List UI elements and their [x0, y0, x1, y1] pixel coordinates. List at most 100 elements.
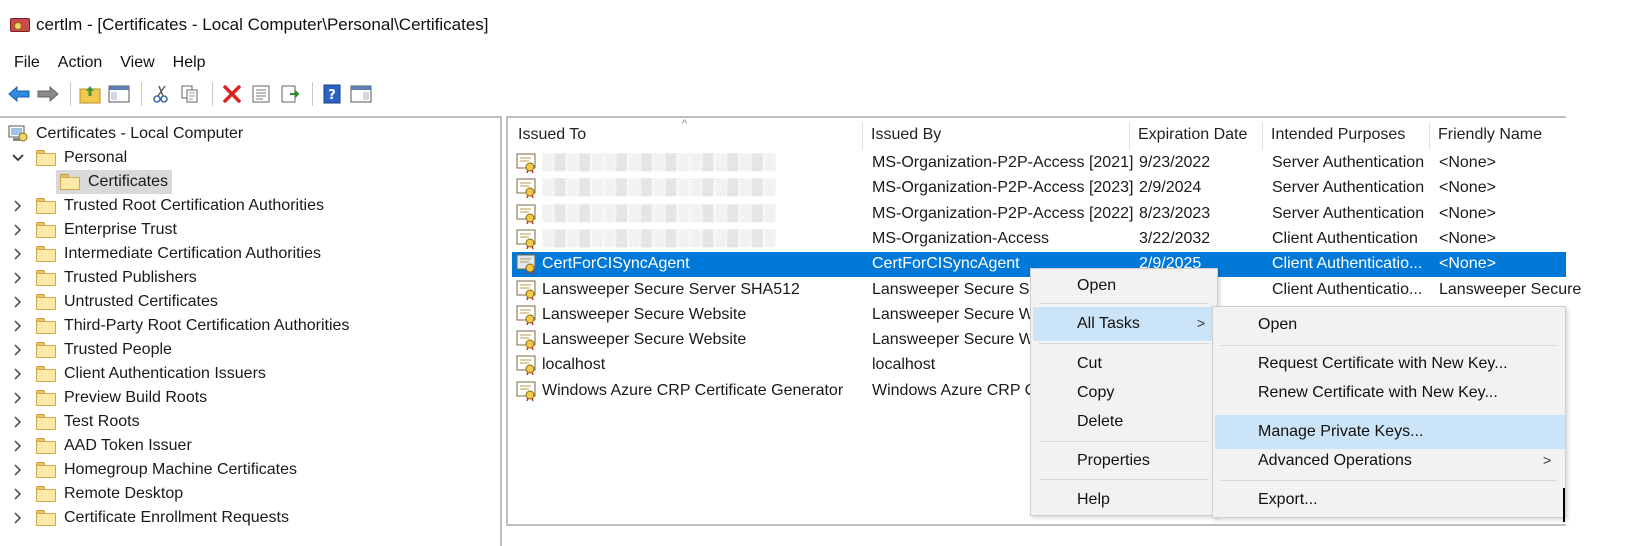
tree-item[interactable]: Enterprise Trust — [10, 218, 177, 242]
column-divider[interactable] — [862, 122, 863, 150]
chevron-right-icon[interactable] — [10, 366, 26, 382]
table-row[interactable]: ░▒░▒░░▒░▒░▒░░▒░▒░▒░ MS-Organization-P2P-A… — [512, 202, 1566, 227]
column-header-friendly-name[interactable]: Friendly Name — [1438, 126, 1542, 144]
help-icon[interactable]: ? — [319, 81, 345, 107]
tree-item[interactable]: Test Roots — [10, 410, 140, 434]
console-tree: Certificates - Local Computer Personal C… — [0, 116, 502, 546]
tree-item[interactable]: Intermediate Certification Authorities — [10, 242, 321, 266]
submenu-advanced-operations[interactable]: Advanced Operations > — [1213, 444, 1565, 478]
context-menu-properties[interactable]: Properties — [1031, 444, 1217, 478]
certificate-icon — [516, 329, 538, 351]
menu-action[interactable]: Action — [58, 54, 102, 72]
up-folder-icon[interactable] — [77, 81, 103, 107]
certificate-icon — [516, 279, 538, 301]
submenu-renew-certificate-new-key[interactable]: Renew Certificate with New Key... — [1213, 376, 1565, 410]
chevron-down-icon[interactable] — [10, 150, 26, 166]
cell-issued-by: MS-Organization-P2P-Access [2022] — [872, 204, 1134, 222]
column-header-issued-by[interactable]: Issued By — [871, 126, 941, 144]
tree-item-label: Trusted Publishers — [64, 269, 197, 286]
folder-icon — [36, 342, 56, 358]
submenu-open[interactable]: Open — [1213, 308, 1565, 342]
tree-item-label: Intermediate Certification Authorities — [64, 245, 322, 262]
column-header-issued-to[interactable]: Issued To — [518, 126, 586, 144]
computer-certificates-icon — [8, 125, 28, 143]
cell-friendly-name: <None> — [1439, 204, 1496, 222]
chevron-right-icon[interactable] — [10, 246, 26, 262]
context-menu: Open All Tasks > Cut Copy Delete Propert… — [1030, 268, 1218, 516]
cell-issued-to: CertForCISyncAgent — [542, 255, 690, 273]
delete-icon[interactable] — [219, 81, 245, 107]
menu-separator — [1221, 480, 1557, 481]
column-header-intended-purposes[interactable]: Intended Purposes — [1271, 126, 1405, 144]
cell-issued-by: Lansweeper Secure Web — [872, 331, 1052, 349]
tree-item[interactable]: Preview Build Roots — [10, 386, 207, 410]
tree-item[interactable]: AAD Token Issuer — [10, 434, 192, 458]
cell-expiration-date: 3/22/2032 — [1139, 229, 1211, 247]
chevron-right-icon[interactable] — [10, 510, 26, 526]
back-icon[interactable] — [6, 81, 32, 107]
toolbar-separator — [141, 82, 142, 106]
folder-icon — [36, 486, 56, 502]
chevron-right-icon[interactable] — [10, 318, 26, 334]
sort-ascending-icon: ^ — [682, 118, 688, 130]
chevron-right-icon[interactable] — [10, 414, 26, 430]
tree-item-label: Client Authentication Issuers — [64, 365, 266, 382]
tree-item[interactable]: Certificate Enrollment Requests — [10, 506, 289, 530]
tree-item-personal[interactable]: Personal — [10, 146, 127, 170]
tree-item[interactable]: Trusted People — [10, 338, 172, 362]
cut-icon[interactable] — [148, 81, 174, 107]
tree-item[interactable]: Trusted Root Certification Authorities — [10, 194, 324, 218]
export-list-icon[interactable] — [277, 81, 303, 107]
action-pane-icon[interactable] — [348, 81, 374, 107]
chevron-right-icon[interactable] — [10, 294, 26, 310]
submenu-export[interactable]: Export... — [1213, 483, 1565, 517]
tree-item[interactable]: Untrusted Certificates — [10, 290, 218, 314]
context-menu-delete[interactable]: Delete — [1031, 405, 1217, 439]
certificate-manager-icon — [10, 15, 32, 35]
tree-item[interactable]: Remote Desktop — [10, 482, 183, 506]
tree-item[interactable]: Third-Party Root Certification Authoriti… — [10, 314, 349, 338]
table-row[interactable]: ░▒░▒░░▒░▒░▒░░▒░▒░▒░ MS-Organization-P2P-A… — [512, 151, 1566, 176]
context-menu-all-tasks[interactable]: All Tasks > — [1033, 307, 1215, 341]
menu-separator — [1039, 479, 1209, 480]
chevron-right-icon[interactable] — [10, 198, 26, 214]
column-header-expiration-date[interactable]: Expiration Date — [1138, 126, 1247, 144]
column-divider[interactable] — [1129, 122, 1130, 150]
tree-item-label: Third-Party Root Certification Authoriti… — [64, 317, 350, 334]
menu-view[interactable]: View — [120, 54, 154, 72]
chevron-right-icon[interactable] — [10, 462, 26, 478]
copy-icon[interactable] — [177, 81, 203, 107]
menu-file[interactable]: File — [14, 54, 40, 72]
tree-item-label: Trusted People — [64, 341, 172, 358]
certificate-icon — [516, 228, 538, 250]
table-row[interactable]: ░▒░▒░░▒░▒░▒░░▒░▒░▒░ MS-Organization-P2P-A… — [512, 176, 1566, 201]
chevron-right-icon[interactable] — [10, 438, 26, 454]
context-menu-help[interactable]: Help — [1031, 483, 1217, 517]
cell-friendly-name: <None> — [1439, 179, 1496, 197]
cell-issued-by: MS-Organization-Access — [872, 229, 1049, 247]
context-menu-open[interactable]: Open — [1031, 269, 1217, 303]
tree-item-certificates[interactable]: Certificates — [56, 170, 173, 194]
table-row[interactable]: ░▒░▒░░▒░▒░▒░░▒░▒░▒░ MS-Organization-Acces… — [512, 227, 1566, 252]
cell-issued-to: localhost — [542, 356, 606, 374]
cell-issued-by: Windows Azure CRP Ce — [872, 381, 1046, 399]
cell-issued-to: Lansweeper Secure Server SHA512 — [542, 280, 800, 298]
chevron-right-icon[interactable] — [10, 342, 26, 358]
chevron-right-icon[interactable] — [10, 390, 26, 406]
show-hide-tree-icon[interactable] — [106, 81, 132, 107]
cell-issued-to: Lansweeper Secure Website — [542, 331, 747, 349]
tree-item[interactable]: Trusted Publishers — [10, 266, 197, 290]
tree-item-label: Personal — [64, 149, 128, 166]
folder-icon — [36, 198, 56, 214]
tree-item[interactable]: Client Authentication Issuers — [10, 362, 266, 386]
chevron-right-icon[interactable] — [10, 270, 26, 286]
chevron-right-icon[interactable] — [10, 486, 26, 502]
menu-help[interactable]: Help — [173, 54, 206, 72]
tree-root[interactable]: Certificates - Local Computer — [8, 122, 243, 146]
properties-icon[interactable] — [248, 81, 274, 107]
column-divider[interactable] — [1262, 122, 1263, 150]
forward-icon[interactable] — [35, 81, 61, 107]
chevron-right-icon[interactable] — [10, 222, 26, 238]
tree-item[interactable]: Homegroup Machine Certificates — [10, 458, 297, 482]
column-divider[interactable] — [1429, 122, 1430, 150]
